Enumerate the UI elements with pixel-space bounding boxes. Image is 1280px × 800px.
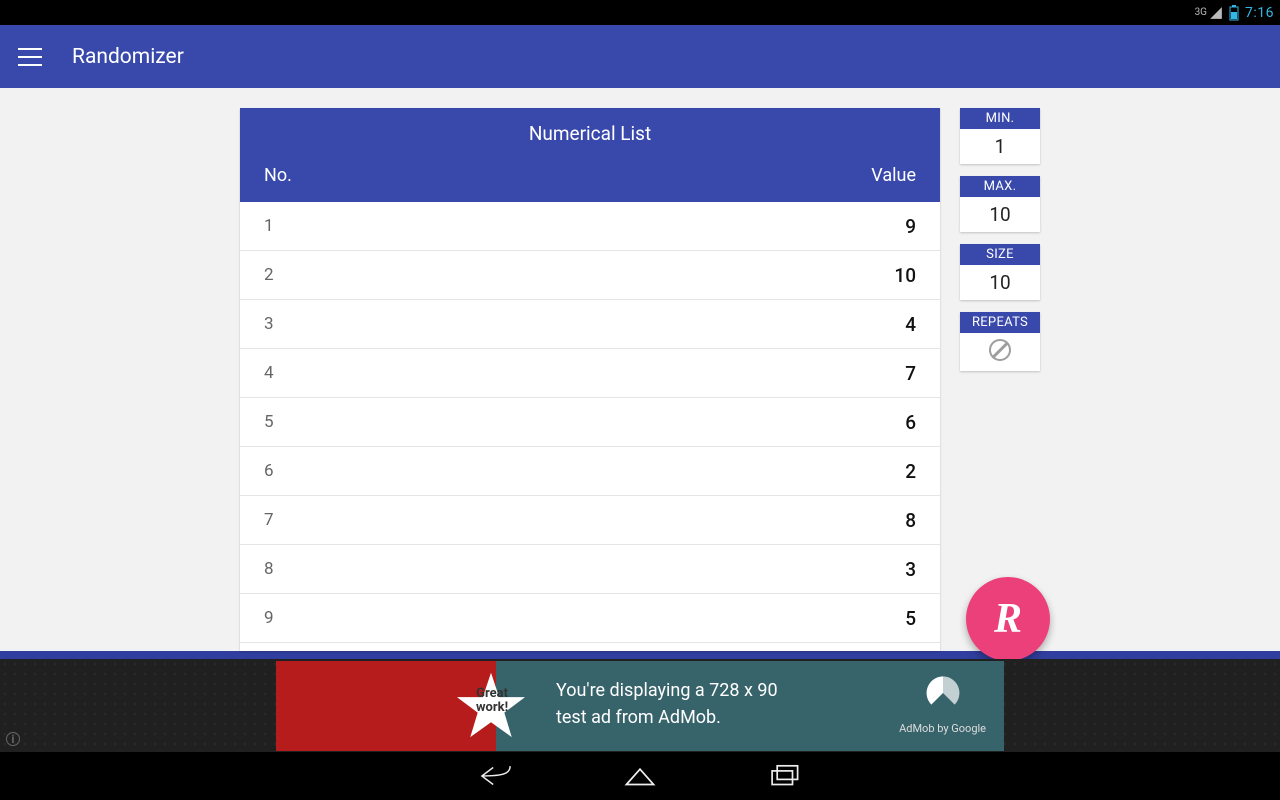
max-control[interactable]: MAX. 10 — [960, 176, 1040, 232]
table-row: 56 — [240, 398, 940, 447]
app-bar: Randomizer — [0, 25, 1280, 88]
no-repeats-icon — [989, 339, 1011, 361]
size-label: SIZE — [960, 244, 1040, 265]
table-row: 62 — [240, 447, 940, 496]
row-value: 8 — [905, 509, 916, 532]
status-clock: 7:16 — [1245, 5, 1274, 21]
android-status-bar: 3G 7:16 — [0, 0, 1280, 25]
network-indicator: 3G — [1195, 6, 1223, 20]
signal-icon — [1209, 6, 1223, 20]
table-row: 34 — [240, 300, 940, 349]
row-no: 9 — [264, 608, 274, 628]
recents-button[interactable] — [767, 762, 801, 790]
bottom-region: i Greatwork! You're displaying a 728 x 9… — [0, 651, 1280, 800]
row-value: 5 — [905, 607, 916, 630]
table-row: 78 — [240, 496, 940, 545]
battery-icon — [1229, 5, 1239, 21]
row-no: 5 — [264, 412, 274, 432]
row-no: 1 — [264, 216, 274, 236]
min-label: MIN. — [960, 108, 1040, 129]
ad-great-text: Greatwork! — [476, 687, 508, 714]
menu-icon[interactable] — [18, 48, 42, 66]
col-header-no: No. — [264, 165, 292, 186]
admob-icon — [923, 673, 963, 713]
size-control[interactable]: SIZE 10 — [960, 244, 1040, 300]
col-header-value: Value — [871, 165, 916, 186]
ad-area: i Greatwork! You're displaying a 728 x 9… — [0, 659, 1280, 752]
row-value: 4 — [905, 313, 916, 336]
ad-text: You're displaying a 728 x 90 test ad fro… — [556, 677, 778, 731]
table-row: 19 — [240, 202, 940, 251]
table-header: Numerical List No. Value — [240, 108, 940, 202]
max-value: 10 — [960, 197, 1040, 232]
randomize-fab[interactable]: R — [966, 577, 1050, 661]
table-row: 101 — [240, 643, 940, 651]
ad-info-icon[interactable]: i — [6, 732, 20, 746]
numerical-list-card: Numerical List No. Value 192103447566278… — [240, 108, 940, 651]
row-value: 10 — [894, 264, 916, 287]
fab-glyph: R — [994, 595, 1022, 643]
row-value: 9 — [905, 215, 916, 238]
ad-banner[interactable]: Greatwork! You're displaying a 728 x 90 … — [276, 661, 1004, 751]
repeats-control[interactable]: REPEATS — [960, 312, 1040, 371]
max-label: MAX. — [960, 176, 1040, 197]
divider-strip — [0, 651, 1280, 659]
row-no: 8 — [264, 559, 274, 579]
back-button[interactable] — [479, 762, 513, 790]
ad-brand: AdMob by Google — [899, 673, 986, 735]
controls-panel: MIN. 1 MAX. 10 SIZE 10 REPEATS — [960, 108, 1040, 651]
table-title: Numerical List — [240, 108, 940, 155]
row-value: 2 — [905, 460, 916, 483]
row-no: 2 — [264, 265, 274, 285]
min-value: 1 — [960, 129, 1040, 164]
android-nav-bar — [0, 752, 1280, 800]
table-row: 83 — [240, 545, 940, 594]
row-no: 6 — [264, 461, 274, 481]
repeats-value — [960, 333, 1040, 371]
table-body[interactable]: 1921034475662788395101 — [240, 202, 940, 651]
table-row: 95 — [240, 594, 940, 643]
table-row: 2 10 — [240, 251, 940, 300]
size-value: 10 — [960, 265, 1040, 300]
row-value: 7 — [905, 362, 916, 385]
min-control[interactable]: MIN. 1 — [960, 108, 1040, 164]
row-no: 3 — [264, 314, 274, 334]
row-value: 3 — [905, 558, 916, 581]
row-no: 7 — [264, 510, 274, 530]
row-value: 6 — [905, 411, 916, 434]
home-button[interactable] — [623, 762, 657, 790]
row-no: 4 — [264, 363, 274, 383]
content-area: Numerical List No. Value 192103447566278… — [0, 88, 1280, 651]
repeats-label: REPEATS — [960, 312, 1040, 333]
table-row: 47 — [240, 349, 940, 398]
app-title: Randomizer — [72, 45, 184, 69]
